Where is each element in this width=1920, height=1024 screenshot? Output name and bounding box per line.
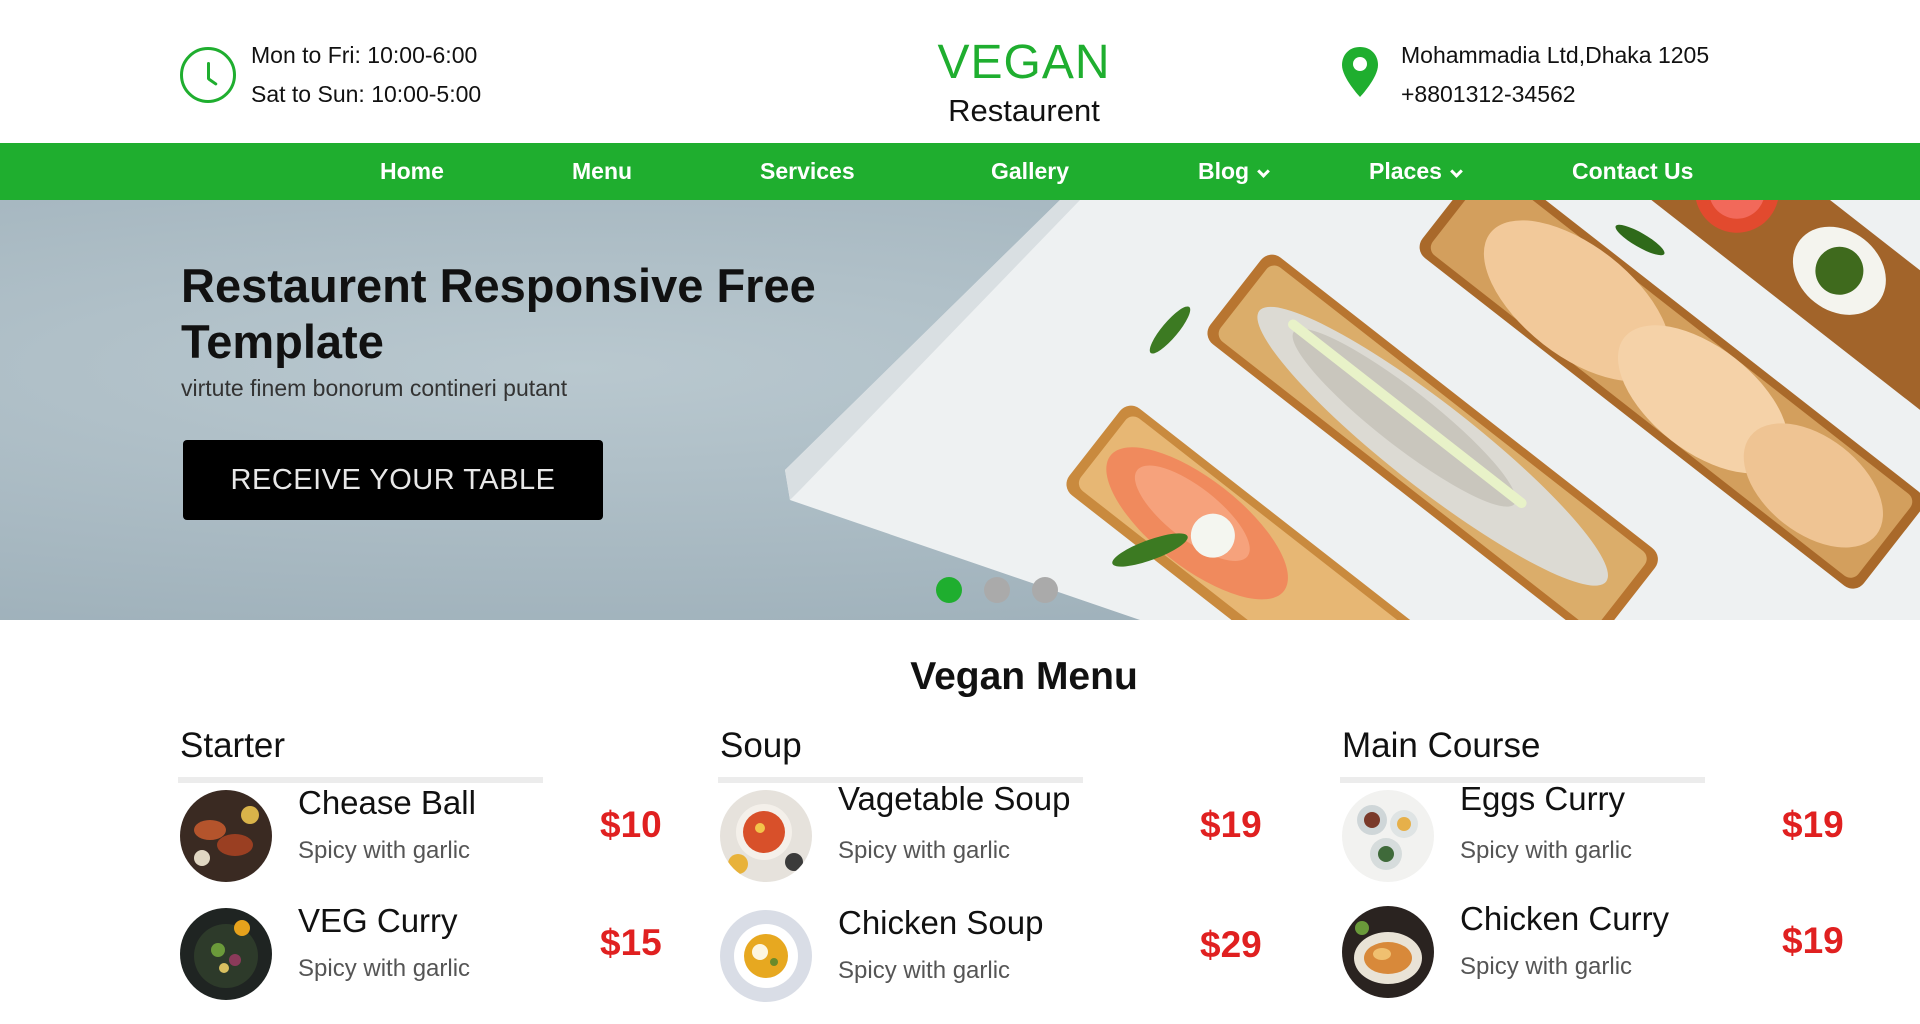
slider-dot-2[interactable] bbox=[984, 577, 1010, 603]
menu-item[interactable]: Chicken Curry Spicy with garlic $19 bbox=[1340, 900, 1900, 1001]
item-price: $29 bbox=[1200, 924, 1262, 965]
food-thumbnail bbox=[720, 790, 812, 882]
item-name: Eggs Curry bbox=[1460, 780, 1626, 817]
column-title: Soup bbox=[720, 726, 802, 765]
food-thumbnail bbox=[180, 908, 272, 1000]
menu-item[interactable]: Chease Ball Spicy with garlic $10 bbox=[178, 784, 738, 885]
chevron-down-icon bbox=[1257, 165, 1270, 178]
location-pin-icon bbox=[1342, 47, 1378, 97]
menu-section-title: Vegan Menu bbox=[910, 655, 1138, 698]
item-description: Spicy with garlic bbox=[1460, 837, 1633, 864]
item-description: Spicy with garlic bbox=[838, 957, 1011, 984]
contact-info: Mohammadia Ltd,Dhaka 1205 +8801312-34562 bbox=[1340, 36, 1709, 114]
item-name: Chease Ball bbox=[298, 784, 476, 821]
item-price: $15 bbox=[600, 922, 662, 963]
item-description: Spicy with garlic bbox=[1460, 953, 1633, 980]
item-price: $10 bbox=[600, 804, 662, 845]
menu-column-starter: Starter bbox=[178, 725, 543, 783]
nav-gallery[interactable]: Gallery bbox=[991, 143, 1069, 200]
item-name: Chicken Soup bbox=[838, 904, 1044, 941]
food-thumbnail bbox=[720, 910, 812, 1002]
nav-menu[interactable]: Menu bbox=[572, 143, 632, 200]
food-thumbnail bbox=[180, 790, 272, 882]
nav-blog[interactable]: Blog bbox=[1198, 143, 1270, 200]
item-name: VEG Curry bbox=[298, 902, 458, 939]
item-price: $19 bbox=[1782, 920, 1844, 961]
food-thumbnail bbox=[1342, 790, 1434, 882]
item-description: Spicy with garlic bbox=[298, 837, 471, 864]
item-name: Vagetable Soup bbox=[838, 780, 1071, 817]
divider bbox=[178, 777, 543, 783]
hero-slider: Restaurent Responsive Free Template virt… bbox=[0, 200, 1920, 620]
menu-column-soup: Soup bbox=[718, 725, 1083, 783]
slider-dot-1[interactable] bbox=[936, 577, 962, 603]
address-text: Mohammadia Ltd,Dhaka 1205 bbox=[1401, 42, 1710, 68]
food-thumbnail bbox=[1342, 906, 1434, 998]
item-description: Spicy with garlic bbox=[838, 837, 1011, 864]
nav-services[interactable]: Services bbox=[760, 143, 855, 200]
item-price: $19 bbox=[1782, 804, 1844, 845]
column-title: Starter bbox=[180, 726, 286, 765]
chevron-down-icon bbox=[1450, 165, 1463, 178]
nav-places[interactable]: Places bbox=[1369, 143, 1463, 200]
item-name: Chicken Curry bbox=[1460, 900, 1670, 937]
item-price: $19 bbox=[1200, 804, 1262, 845]
item-description: Spicy with garlic bbox=[298, 955, 471, 982]
column-title: Main Course bbox=[1342, 726, 1541, 765]
receive-table-button[interactable]: RECEIVE YOUR TABLE bbox=[183, 440, 603, 520]
menu-item[interactable]: VEG Curry Spicy with garlic $15 bbox=[178, 902, 738, 1003]
menu-item[interactable]: Eggs Curry Spicy with garlic $19 bbox=[1340, 780, 1900, 885]
menu-item[interactable]: Vagetable Soup Spicy with garlic $19 bbox=[718, 780, 1278, 885]
slider-dots bbox=[936, 577, 1080, 603]
nav-home[interactable]: Home bbox=[380, 143, 444, 200]
nav-contact-us[interactable]: Contact Us bbox=[1572, 143, 1693, 200]
top-header: Mon to Fri: 10:00-6:00 Sat to Sun: 10:00… bbox=[0, 0, 1920, 143]
phone-text[interactable]: +8801312-34562 bbox=[1401, 75, 1709, 114]
main-nav: Home Menu Services Gallery Blog Places C… bbox=[0, 143, 1920, 200]
slider-dot-3[interactable] bbox=[1032, 577, 1058, 603]
menu-column-main-course: Main Course bbox=[1340, 725, 1705, 783]
menu-item[interactable]: Chicken Soup Spicy with garlic $29 bbox=[718, 904, 1278, 1005]
hero-title: Restaurent Responsive Free Template bbox=[181, 259, 816, 368]
hero-subtitle: virtute finem bonorum contineri putant bbox=[181, 375, 568, 401]
